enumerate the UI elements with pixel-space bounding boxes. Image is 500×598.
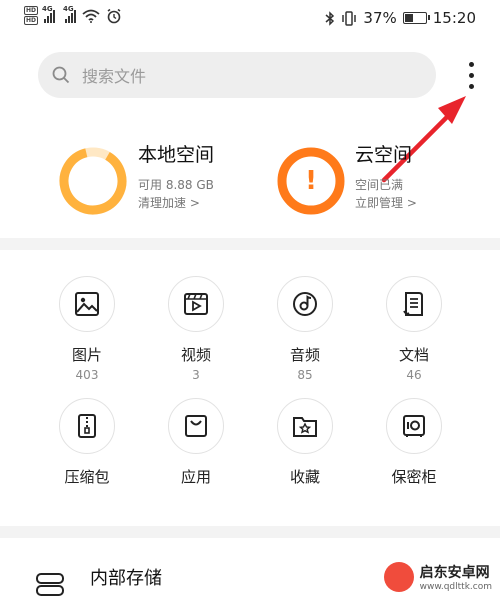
signal-icon: 4G bbox=[63, 5, 77, 23]
hd-icons: HD HD bbox=[24, 6, 39, 25]
category-count: 403 bbox=[75, 368, 99, 382]
category-count: 3 bbox=[192, 368, 200, 382]
storage-summary: 本地空间 可用 8.88 GB 清理加速 > ! 云空间 空间已满 立即管理 > bbox=[0, 130, 500, 230]
cloud-storage-status: 空间已满 bbox=[355, 178, 404, 192]
category-documents[interactable]: 文档 46 bbox=[364, 276, 464, 382]
clock: 15:20 bbox=[432, 9, 476, 27]
drive-icon bbox=[36, 573, 64, 596]
signal-icon: 4G bbox=[42, 5, 56, 23]
battery-level bbox=[404, 14, 413, 22]
more-options-button[interactable] bbox=[462, 58, 482, 94]
watermark-url: www.qdlttk.com bbox=[419, 582, 492, 592]
wifi-icon bbox=[82, 9, 100, 23]
cloud-storage-title: 云空间 bbox=[355, 144, 413, 166]
status-bar: HD HD 4G 4G 37% 15:20 bbox=[0, 0, 500, 40]
cloud-storage-card[interactable]: ! 云空间 空间已满 立即管理 > bbox=[276, 140, 476, 220]
category-archives[interactable]: 压缩包 bbox=[37, 398, 137, 487]
category-apps[interactable]: 应用 bbox=[146, 398, 246, 487]
search-bar[interactable]: 搜索文件 bbox=[38, 52, 436, 98]
search-icon bbox=[52, 66, 70, 84]
category-label: 图片 bbox=[71, 346, 102, 364]
category-label: 保密柜 bbox=[391, 468, 437, 486]
category-label: 视频 bbox=[180, 346, 211, 364]
network-type: 4G bbox=[63, 4, 74, 13]
category-label: 文档 bbox=[398, 346, 429, 364]
status-right: 37% 15:20 bbox=[325, 9, 476, 27]
search-placeholder: 搜索文件 bbox=[82, 67, 147, 86]
image-icon bbox=[59, 276, 115, 332]
favorite-folder-icon bbox=[277, 398, 333, 454]
alert-icon: ! bbox=[305, 166, 317, 196]
internal-storage-label: 内部存储 bbox=[90, 568, 162, 589]
local-storage-available: 可用 8.88 GB bbox=[138, 178, 214, 192]
local-storage-card[interactable]: 本地空间 可用 8.88 GB 清理加速 > bbox=[58, 140, 258, 220]
site-watermark: 启东安卓网 www.qdlttk.com bbox=[383, 562, 492, 592]
app-bag-icon bbox=[168, 398, 224, 454]
category-audio[interactable]: 音频 85 bbox=[255, 276, 355, 382]
category-count: 46 bbox=[406, 368, 422, 382]
category-videos[interactable]: 视频 3 bbox=[146, 276, 246, 382]
battery-percent: 37% bbox=[363, 9, 397, 27]
category-safe[interactable]: 保密柜 bbox=[364, 398, 464, 487]
hd-icon: HD bbox=[24, 6, 39, 15]
category-label: 收藏 bbox=[289, 468, 320, 486]
hd-icon: HD bbox=[24, 16, 39, 25]
section-divider bbox=[0, 238, 500, 250]
category-label: 压缩包 bbox=[64, 468, 110, 486]
local-storage-ring bbox=[59, 147, 127, 215]
safe-icon bbox=[386, 398, 442, 454]
category-label: 音频 bbox=[289, 346, 320, 364]
document-icon bbox=[386, 276, 442, 332]
watermark-logo bbox=[383, 562, 414, 592]
vibrate-icon bbox=[342, 10, 357, 26]
status-left: HD HD 4G 4G bbox=[24, 5, 122, 25]
alarm-icon bbox=[107, 8, 121, 23]
audio-icon bbox=[277, 276, 333, 332]
network-type: 4G bbox=[42, 4, 53, 13]
watermark-name: 启东安卓网 bbox=[419, 565, 490, 581]
file-manager-screen: HD HD 4G 4G 37% 15:20 搜索文件 本地空间 可用 8.88 … bbox=[0, 0, 500, 598]
manage-link[interactable]: 立即管理 > bbox=[355, 194, 417, 211]
category-images[interactable]: 图片 403 bbox=[37, 276, 137, 382]
archive-icon bbox=[59, 398, 115, 454]
local-storage-title: 本地空间 bbox=[138, 144, 215, 166]
category-favorites[interactable]: 收藏 bbox=[255, 398, 355, 487]
battery-icon bbox=[402, 12, 430, 24]
bluetooth-icon bbox=[325, 10, 335, 26]
category-count: 85 bbox=[297, 368, 313, 382]
section-divider bbox=[0, 526, 500, 538]
cleanup-link[interactable]: 清理加速 > bbox=[138, 194, 200, 211]
video-icon bbox=[168, 276, 224, 332]
category-label: 应用 bbox=[180, 468, 211, 486]
